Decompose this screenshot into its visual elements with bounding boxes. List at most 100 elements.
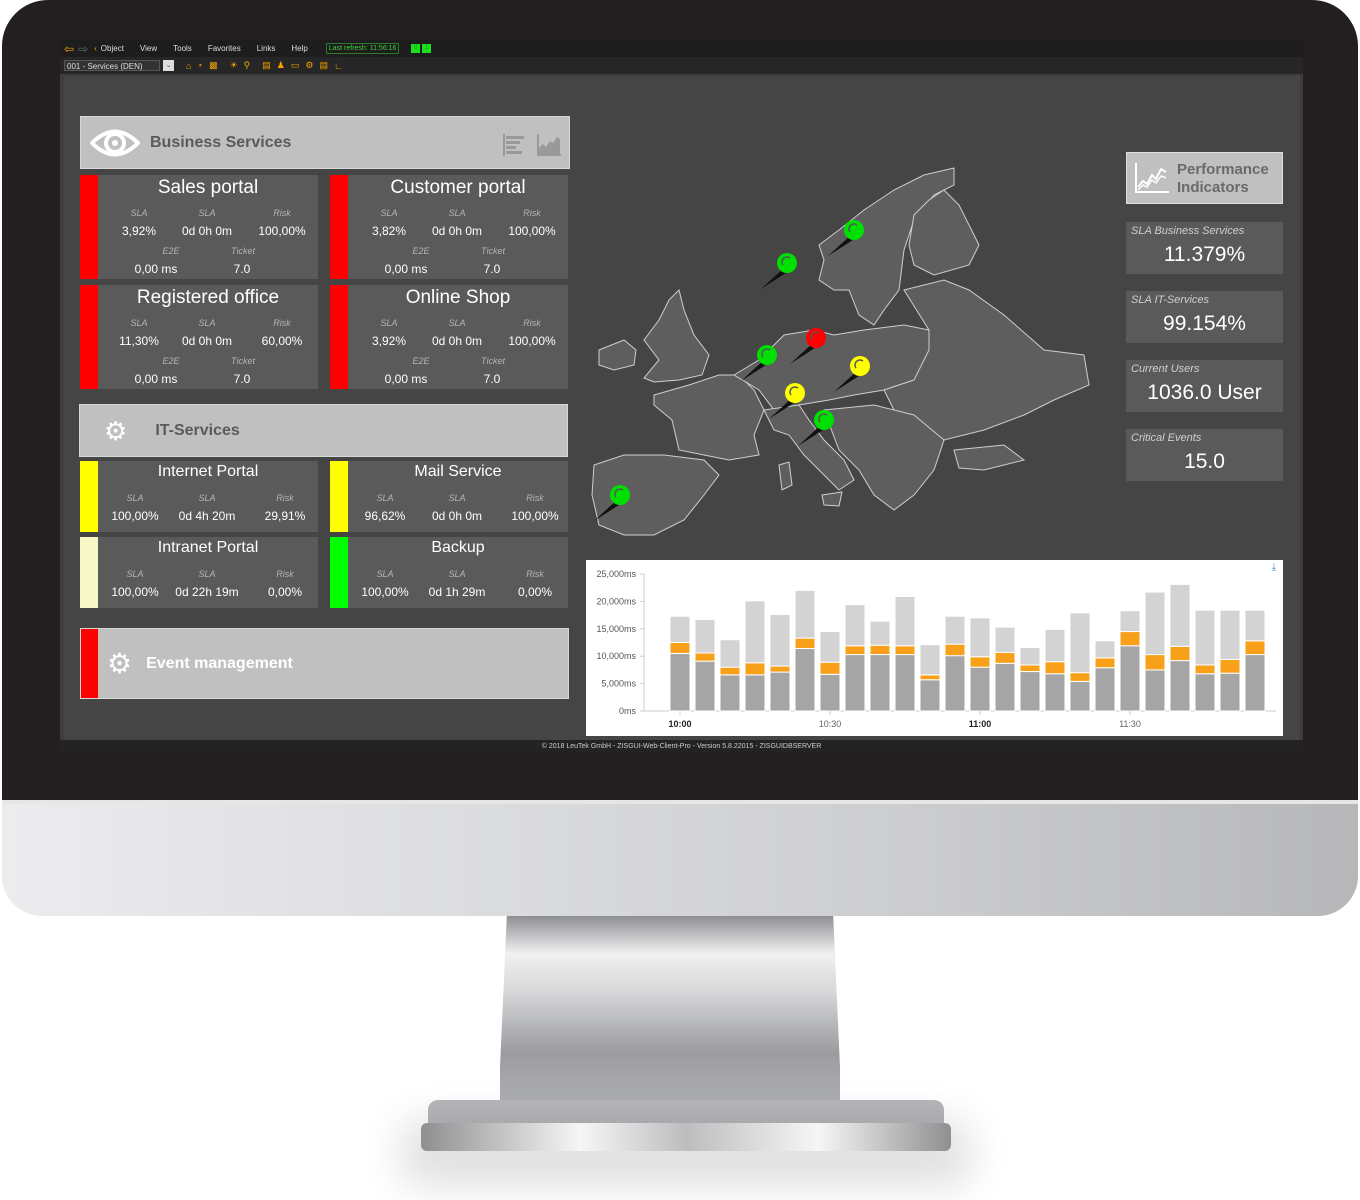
bar-top [694, 618, 716, 654]
y-tick-label: 10,000ms [596, 651, 636, 661]
chevron-left-icon[interactable]: ‹ [94, 44, 97, 53]
service-tile[interactable]: Intranet Portal SLA SLA Risk 100,00% 0d … [80, 537, 318, 608]
document-icon[interactable]: ▤ [262, 60, 271, 71]
performance-indicators-header[interactable]: Performance Indicators [1126, 152, 1283, 204]
kpi-sla-business[interactable]: SLA Business Services 11.379% [1126, 222, 1283, 274]
sun-icon[interactable]: ☀ [230, 60, 238, 71]
risk-value: 100,00% [511, 509, 559, 523]
kpi-title-line2: Indicators [1177, 179, 1249, 196]
bar-base [694, 660, 716, 712]
service-tile[interactable]: Backup SLA SLA Risk 100,00% 0d 1h 29m 0,… [330, 537, 568, 608]
menu-favorites[interactable]: Favorites [208, 44, 241, 53]
sla-time-value: 0d 0h 0m [181, 224, 233, 238]
ticket-label: Ticket [231, 356, 255, 366]
sicily [821, 491, 843, 507]
search-icon[interactable]: ⚲ [244, 60, 251, 71]
chart-icon[interactable]: ∟ [334, 61, 343, 71]
download-icon[interactable]: ⤓ [1272, 562, 1277, 573]
e2e-label: E2E [412, 246, 430, 256]
bar-middle [1094, 657, 1116, 669]
bar-top [794, 589, 816, 639]
bar-base [1144, 669, 1166, 712]
service-name: Backup [431, 539, 485, 556]
trash-icon[interactable]: ▭ [291, 60, 300, 71]
file-icon[interactable]: ▤ [319, 60, 328, 71]
it-services-header[interactable]: ⚙ IT-Services [79, 404, 568, 457]
business-services-title: Business Services [150, 133, 292, 151]
footer-text: © 2018 LeuTek GmbH - ZISGUI-Web-Client-P… [60, 740, 1303, 753]
bar-middle [794, 637, 816, 650]
chevron-down-icon[interactable]: ⌄ [163, 60, 174, 71]
kpi-title-line1: Performance [1177, 161, 1269, 178]
menu-object[interactable]: Object [101, 44, 124, 53]
y-tick-label: 25,000ms [596, 569, 636, 579]
sla-label: SLA [130, 318, 148, 328]
gear-icon[interactable]: ⚙ [305, 60, 313, 71]
menu-help[interactable]: Help [291, 44, 307, 53]
bar-middle [1019, 664, 1041, 673]
bar-base [894, 654, 916, 712]
service-tile[interactable]: Online Shop SLA SLA Risk 3,92% 0d 0h 0m … [330, 285, 568, 389]
bar-base [744, 674, 766, 712]
bar-top [744, 600, 766, 664]
area-chart-icon [1135, 163, 1169, 193]
service-name: Registered office [136, 287, 280, 308]
y-tick-label: 5,000ms [601, 679, 636, 689]
bar-middle [769, 665, 791, 673]
service-tile[interactable]: Internet Portal SLA SLA Risk 100,00% 0d … [80, 461, 318, 532]
kpi-sla-it[interactable]: SLA IT-Services 99.154% [1126, 291, 1283, 343]
bar-top [919, 644, 941, 676]
status-bar [80, 285, 98, 389]
bar-top [894, 595, 916, 647]
menu-view[interactable]: View [140, 44, 157, 53]
bar-middle [844, 645, 866, 656]
back-arrow-icon[interactable]: ⇦ [64, 42, 74, 56]
sla-time-value: 0d 0h 0m [431, 509, 483, 523]
lock-icon[interactable]: ▩ [209, 60, 218, 71]
bar-middle [869, 644, 891, 656]
sla-time-label: SLA [448, 493, 466, 503]
risk-label: Risk [276, 493, 294, 503]
bar-base [1069, 680, 1091, 712]
kpi-value: 11.379% [1163, 243, 1246, 266]
map-pin-green[interactable] [761, 253, 797, 289]
bar-middle [694, 652, 716, 662]
kpi-value: 15.0 [1184, 450, 1225, 473]
event-management-header[interactable]: ⚙ Event management [80, 628, 569, 699]
e2e-label: E2E [162, 356, 180, 366]
sla-time-label: SLA [198, 208, 216, 218]
forward-arrow-icon[interactable]: ⇨ [78, 42, 88, 56]
e2e-label: E2E [412, 356, 430, 366]
bar-base [1169, 660, 1191, 712]
service-tile[interactable]: Registered office SLA SLA Risk 11,30% 0d… [80, 285, 318, 389]
sla-time-value: 0d 22h 19m [175, 585, 239, 599]
kpi-current-users[interactable]: Current Users 1036.0 User [1126, 360, 1283, 412]
service-tile[interactable]: Customer portal SLA SLA Risk 3,82% 0d 0h… [330, 175, 568, 279]
menu-tools[interactable]: Tools [173, 44, 192, 53]
network-icon[interactable]: ⋆ [197, 60, 203, 71]
sla-label: SLA [376, 569, 394, 579]
users-icon[interactable]: ♟ [277, 60, 285, 71]
view-select[interactable]: 001 - Services (DEN) [64, 60, 160, 71]
home-icon[interactable]: ⌂ [186, 61, 191, 71]
kpi-critical-events[interactable]: Critical Events 15.0 [1126, 429, 1283, 481]
europe-map[interactable] [584, 150, 1124, 555]
monitor-stand [500, 916, 840, 1126]
x-tick-label: 10:30 [819, 719, 842, 729]
risk-label: Risk [276, 569, 294, 579]
bar-middle [1044, 661, 1066, 675]
kpi-label: Critical Events [1131, 432, 1202, 444]
area-chart-icon[interactable] [537, 134, 561, 156]
service-tile[interactable]: Mail Service SLA SLA Risk 96,62% 0d 0h 0… [330, 461, 568, 532]
risk-value: 29,91% [264, 509, 306, 523]
sla-time-label: SLA [198, 569, 216, 579]
bar-base [994, 662, 1016, 712]
list-chart-icon[interactable] [503, 134, 527, 156]
menu-links[interactable]: Links [257, 44, 276, 53]
bar-middle [819, 661, 841, 675]
service-name: Intranet Portal [157, 539, 259, 556]
ticket-value: 7.0 [483, 262, 501, 276]
business-services-header[interactable]: Business Services [80, 116, 570, 169]
bar-top [1194, 609, 1216, 666]
service-tile[interactable]: Sales portal SLA SLA Risk 3,92% 0d 0h 0m… [80, 175, 318, 279]
